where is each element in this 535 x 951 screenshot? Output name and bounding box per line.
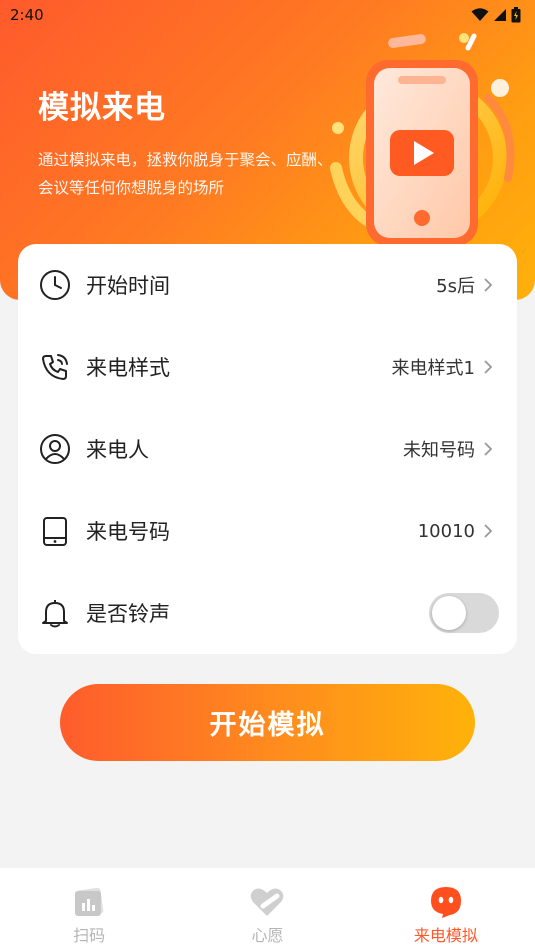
start-time-value: 5s后 xyxy=(436,276,475,297)
toggle-knob xyxy=(432,596,466,630)
tab-wish-label: 心愿 xyxy=(251,926,284,945)
tab-scan-label: 扫码 xyxy=(73,926,106,945)
tab-call-simulation[interactable]: 来电模拟 xyxy=(357,868,535,951)
caller-label: 来电人 xyxy=(86,438,149,462)
tab-wish[interactable]: 心愿 xyxy=(178,868,356,951)
caller-number-label: 来电号码 xyxy=(86,520,170,544)
start-time-row[interactable]: 开始时间 5s后 xyxy=(18,244,517,326)
scan-chart-icon xyxy=(71,884,107,920)
mascot-icon xyxy=(428,884,464,920)
chevron-right-icon xyxy=(483,439,497,459)
page-title: 模拟来电 xyxy=(38,90,166,126)
person-icon xyxy=(38,432,72,466)
chevron-right-icon xyxy=(483,357,497,377)
status-time: 2:40 xyxy=(10,6,44,24)
ringtone-toggle[interactable] xyxy=(429,593,499,633)
bottom-tab-bar: 扫码 心愿 来电模拟 xyxy=(0,868,535,951)
page-subtitle: 通过模拟来电，拯救你脱身于聚会、应酬、会议等任何你想脱身的场所 xyxy=(38,151,333,197)
ringtone-label: 是否铃声 xyxy=(86,602,170,626)
call-style-value: 来电样式1 xyxy=(391,358,475,379)
heart-icon xyxy=(249,884,285,920)
settings-card: 开始时间 5s后 来电样式 来电样式1 来电人 未知号码 来电号码 10010 … xyxy=(18,244,517,654)
caller-number-value: 10010 xyxy=(417,520,475,542)
call-style-label: 来电样式 xyxy=(86,356,170,380)
chevron-right-icon xyxy=(483,275,497,295)
bell-icon xyxy=(38,596,72,630)
clock-icon xyxy=(38,268,72,302)
caller-value: 未知号码 xyxy=(403,440,475,461)
caller-number-row[interactable]: 来电号码 10010 xyxy=(18,490,517,572)
tab-call-simulation-label: 来电模拟 xyxy=(413,926,478,945)
ringtone-row: 是否铃声 xyxy=(18,572,517,654)
mobile-device-icon xyxy=(38,514,72,548)
tab-scan[interactable]: 扫码 xyxy=(0,868,178,951)
start-time-label: 开始时间 xyxy=(86,274,170,298)
phone-call-icon xyxy=(38,350,72,384)
start-simulation-button[interactable]: 开始模拟 xyxy=(60,684,475,761)
chevron-right-icon xyxy=(483,521,497,541)
phone-illustration xyxy=(330,33,515,246)
caller-row[interactable]: 来电人 未知号码 xyxy=(18,408,517,490)
call-style-row[interactable]: 来电样式 来电样式1 xyxy=(18,326,517,408)
